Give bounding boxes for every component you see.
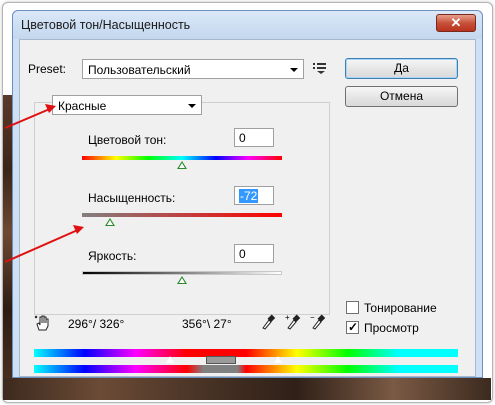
- annotation-arrows: [4, 104, 84, 263]
- annotation-arrow-channel: [4, 107, 53, 129]
- annotation-arrow-saturation: [4, 228, 81, 263]
